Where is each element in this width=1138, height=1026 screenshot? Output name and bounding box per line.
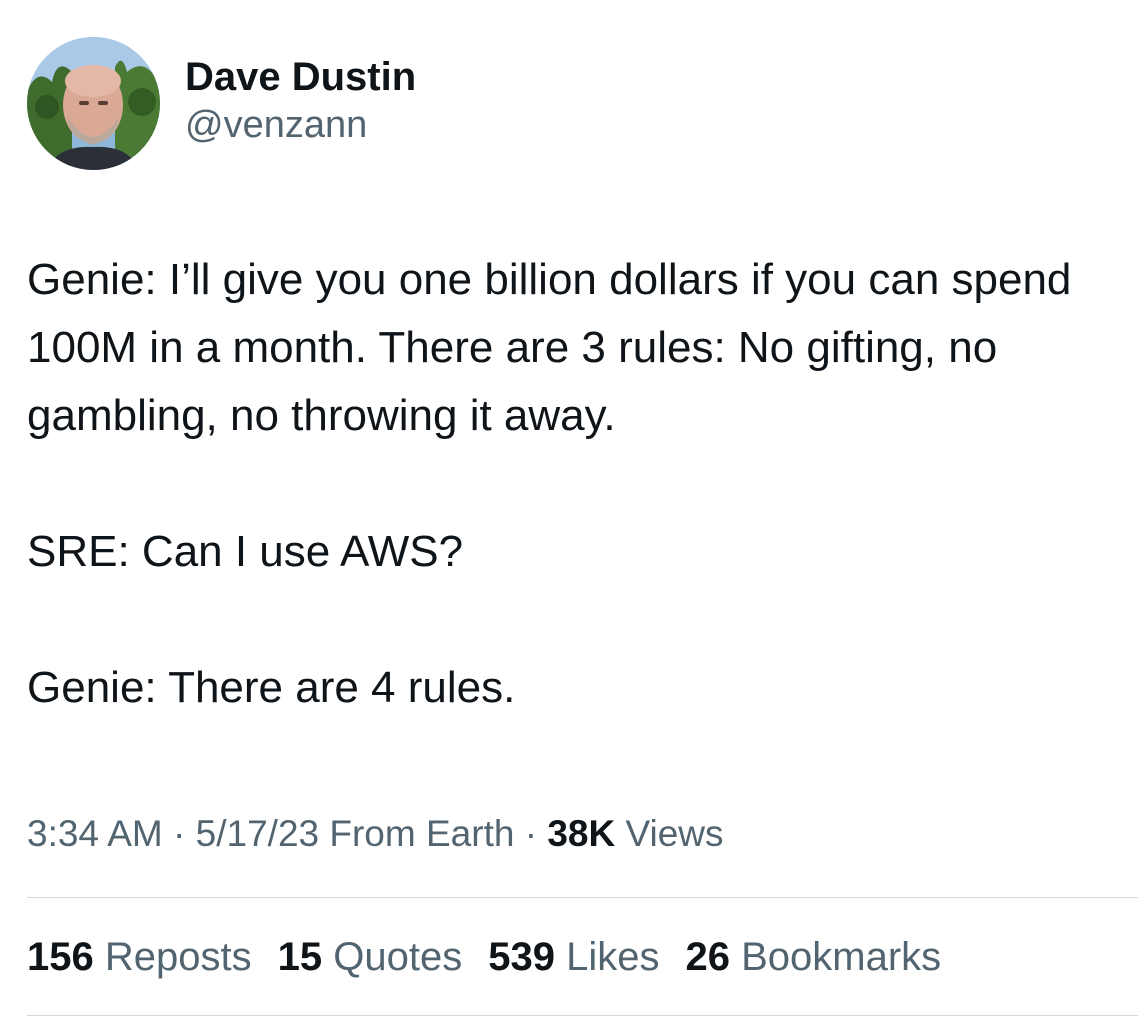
views-label[interactable]: Views: [615, 813, 723, 854]
user-handle[interactable]: @venzann: [185, 102, 416, 148]
bookmarks-stat[interactable]: 26 Bookmarks: [685, 932, 941, 982]
meta-separator: ·: [162, 813, 196, 854]
author-names: Dave Dustin @venzann: [185, 52, 416, 148]
display-name[interactable]: Dave Dustin: [185, 52, 416, 102]
tweet-paragraph: Genie: There are 4 rules.: [27, 663, 516, 712]
tweet-meta: 3:34 AM · 5/17/23 From Earth · 38K Views: [27, 810, 724, 858]
quotes-label: Quotes: [333, 935, 463, 979]
tweet-paragraph: Genie: I’ll give you one billion dollars…: [27, 255, 1072, 440]
divider: [27, 1015, 1138, 1016]
avatar[interactable]: [27, 37, 160, 170]
reposts-label: Reposts: [104, 935, 252, 979]
tweet-text: Genie: I’ll give you one billion dollars…: [27, 246, 1117, 722]
reposts-stat[interactable]: 156 Reposts: [27, 932, 252, 982]
likes-count: 539: [488, 935, 555, 979]
views-count[interactable]: 38K: [547, 813, 615, 854]
divider: [27, 897, 1138, 898]
likes-label: Likes: [566, 935, 660, 979]
avatar-image: [27, 37, 160, 170]
tweet-date[interactable]: 5/17/23: [196, 813, 319, 854]
meta-separator: ·: [514, 813, 548, 854]
tweet-header: Dave Dustin @venzann: [27, 37, 416, 170]
tweet-time[interactable]: 3:34 AM: [27, 813, 163, 854]
quotes-stat[interactable]: 15 Quotes: [278, 932, 463, 982]
bookmarks-count: 26: [685, 935, 730, 979]
quotes-count: 15: [277, 935, 323, 979]
likes-stat[interactable]: 539 Likes: [488, 932, 659, 982]
engagement-stats: 156 Reposts 15 Quotes 539 Likes 26 Bookm…: [27, 932, 967, 982]
tweet-paragraph: SRE: Can I use AWS?: [27, 527, 464, 576]
bookmarks-label: Bookmarks: [741, 935, 942, 979]
tweet-source: From Earth: [319, 813, 515, 854]
reposts-count: 156: [27, 935, 94, 979]
